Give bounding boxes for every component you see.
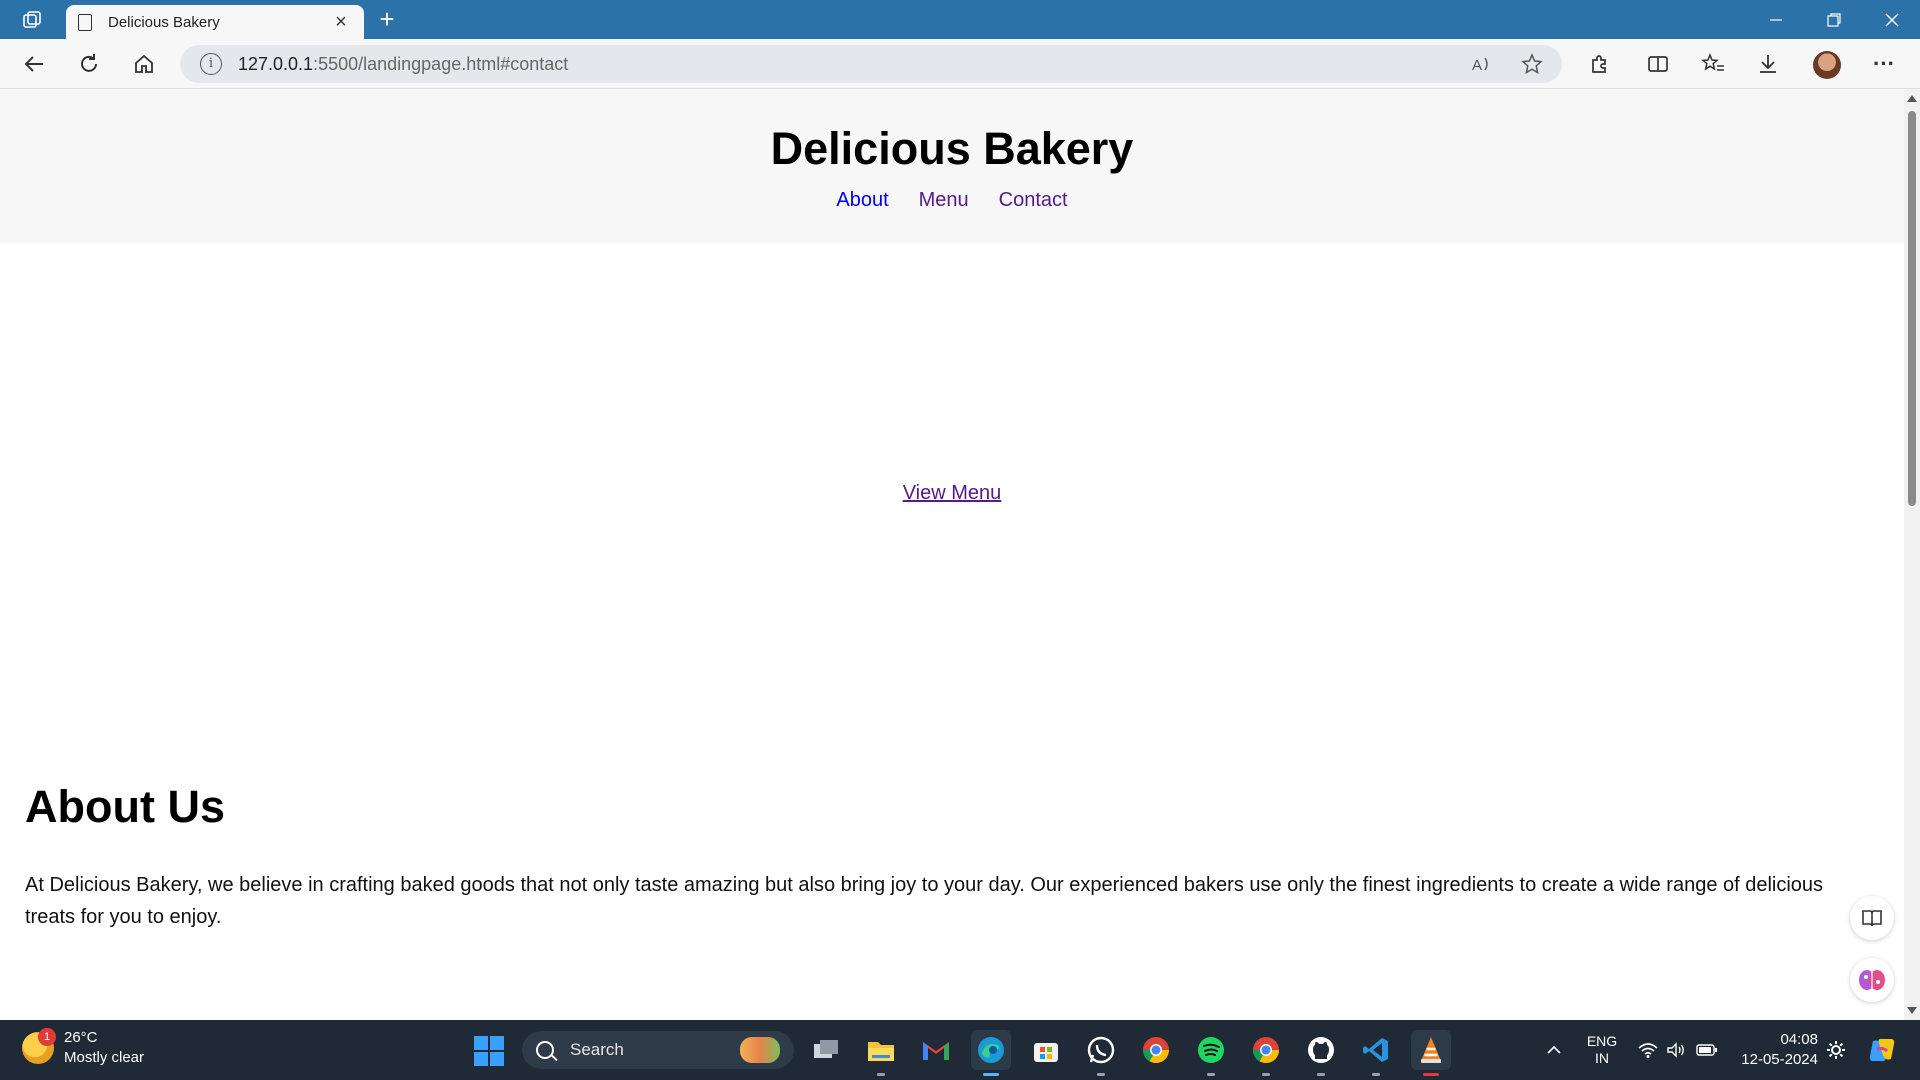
address-bar[interactable]: i 127.0.0.1:5500/landingpage.html#contac…: [180, 45, 1562, 83]
scroll-up-icon[interactable]: [1907, 95, 1917, 102]
close-tab-icon[interactable]: ×: [330, 11, 352, 34]
spotify-icon[interactable]: [1191, 1030, 1231, 1076]
scroll-thumb[interactable]: [1908, 111, 1916, 506]
nav-link-menu[interactable]: Menu: [919, 189, 969, 212]
about-text: At Delicious Bakery, we believe in craft…: [25, 874, 1824, 928]
edge-icon[interactable]: [971, 1030, 1011, 1076]
split-screen-icon[interactable]: [1640, 46, 1676, 82]
back-icon[interactable]: [16, 46, 52, 82]
page-scrollbar[interactable]: [1904, 89, 1920, 1020]
browser-toolbar: i 127.0.0.1:5500/landingpage.html#contac…: [0, 39, 1920, 89]
tab-title: Delicious Bakery: [108, 13, 220, 31]
battery-icon[interactable]: [1694, 1020, 1720, 1080]
hero-section: View Menu: [0, 243, 1904, 843]
taskbar-search[interactable]: Search: [522, 1031, 794, 1069]
site-title: Delicious Bakery: [770, 123, 1134, 174]
tab-actions-icon[interactable]: [12, 6, 52, 34]
system-clock[interactable]: 04:08 12-05-2024: [1738, 1030, 1818, 1070]
search-icon: [536, 1041, 554, 1059]
task-view-icon[interactable]: [806, 1030, 846, 1070]
show-hidden-icons[interactable]: [1540, 1020, 1568, 1080]
search-highlight-icon: [740, 1037, 780, 1063]
clock-date: 12-05-2024: [1741, 1051, 1818, 1068]
page-viewport: Delicious Bakery About Menu Contact View…: [0, 89, 1904, 1020]
nav-link-contact[interactable]: Contact: [999, 189, 1068, 212]
favorite-star-icon[interactable]: [1520, 52, 1544, 76]
whatsapp-icon[interactable]: [1081, 1030, 1121, 1076]
svg-text:A: A: [1472, 57, 1482, 74]
copilot-icon[interactable]: [1864, 1020, 1900, 1080]
scroll-down-icon[interactable]: [1907, 1007, 1917, 1014]
gmail-icon[interactable]: [916, 1030, 956, 1070]
profile-avatar[interactable]: [1813, 51, 1841, 79]
weather-moon-icon: 1: [22, 1028, 56, 1064]
start-button[interactable]: [474, 1036, 504, 1066]
immersive-reader-icon[interactable]: [1850, 896, 1894, 940]
downloads-icon[interactable]: [1750, 46, 1786, 82]
more-options-icon[interactable]: ···: [1866, 46, 1902, 82]
about-section: About Us At Delicious Bakery, we believe…: [25, 781, 1845, 933]
notification-badge: 1: [38, 1028, 56, 1046]
browser-tab[interactable]: Delicious Bakery ×: [66, 5, 364, 39]
copilot-brain-icon[interactable]: [1850, 958, 1894, 1002]
file-explorer-icon[interactable]: [861, 1030, 901, 1076]
nav-link-about[interactable]: About: [836, 189, 888, 212]
view-menu-link[interactable]: View Menu: [903, 482, 1002, 505]
page-icon: [78, 13, 92, 31]
github-icon[interactable]: [1301, 1030, 1341, 1076]
vlc-icon[interactable]: [1411, 1030, 1451, 1076]
url-text[interactable]: 127.0.0.1:5500/landingpage.html#contact: [238, 54, 568, 75]
site-nav: About Menu Contact: [0, 189, 1904, 212]
browser-titlebar: Delicious Bakery × +: [0, 0, 1920, 39]
close-window-icon[interactable]: [1864, 0, 1920, 39]
reload-icon[interactable]: [71, 46, 107, 82]
minimize-icon[interactable]: [1748, 0, 1804, 39]
language-indicator[interactable]: ENG IN: [1580, 1020, 1624, 1080]
vscode-icon[interactable]: [1356, 1030, 1396, 1076]
restore-icon[interactable]: [1806, 0, 1862, 39]
favorites-icon[interactable]: [1695, 46, 1731, 82]
clock-time: 04:08: [1780, 1031, 1818, 1048]
volume-icon[interactable]: [1664, 1020, 1688, 1080]
extensions-icon[interactable]: [1581, 46, 1617, 82]
weather-widget[interactable]: 1 26°C Mostly clear: [22, 1028, 144, 1068]
wifi-icon[interactable]: [1636, 1020, 1660, 1080]
weather-condition: Mostly clear: [64, 1049, 145, 1066]
about-heading: About Us: [25, 781, 225, 832]
new-tab-button[interactable]: +: [372, 5, 402, 35]
windows-taskbar: 1 26°C Mostly clear Search ENG IN 04:08 …: [0, 1020, 1920, 1080]
microsoft-store-icon[interactable]: [1026, 1030, 1066, 1070]
site-info-icon[interactable]: i: [200, 53, 222, 75]
search-placeholder: Search: [570, 1040, 624, 1059]
chrome-icon[interactable]: [1136, 1030, 1176, 1070]
read-aloud-icon[interactable]: A: [1470, 52, 1494, 76]
temperature: 26°C: [64, 1029, 98, 1046]
notifications-gear-icon[interactable]: [1824, 1020, 1848, 1080]
chrome-profile-icon[interactable]: [1246, 1030, 1286, 1076]
home-icon[interactable]: [126, 46, 162, 82]
site-header: Delicious Bakery About Menu Contact: [0, 89, 1904, 243]
